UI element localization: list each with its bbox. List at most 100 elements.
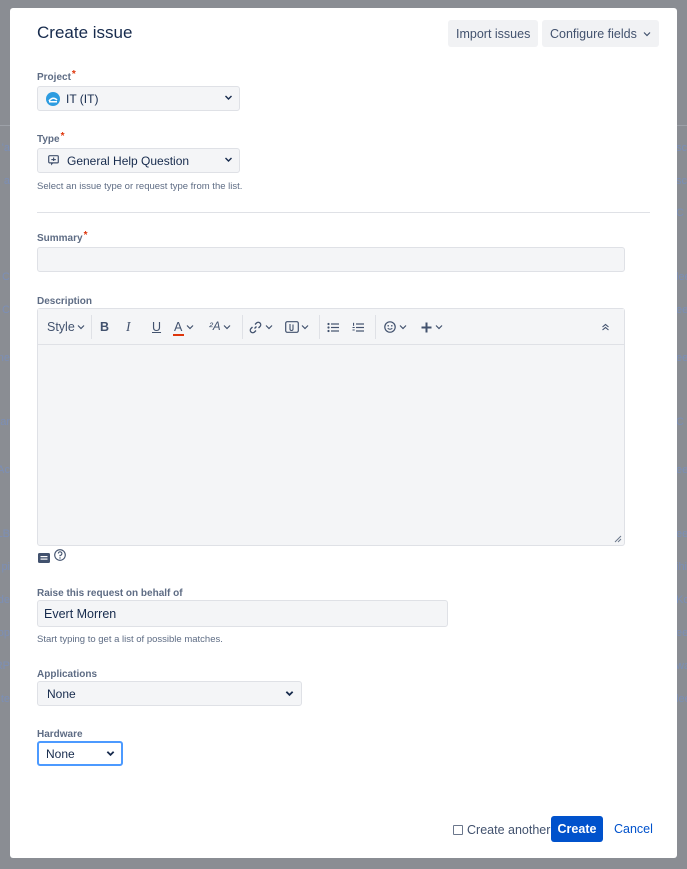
hardware-value: None [46, 746, 75, 761]
more-formatting-icon: ²A [209, 321, 221, 333]
bg-text: lee [676, 693, 687, 705]
bg-text: ee [676, 464, 687, 476]
chevron-down-icon [225, 157, 232, 162]
toolbar-separator [242, 315, 243, 339]
style-dropdown[interactable]: Style [47, 309, 85, 345]
bg-text: wa [676, 660, 687, 672]
create-another-option[interactable]: Create another [453, 823, 550, 837]
dialog-title: Create issue [37, 23, 133, 42]
help-circle-icon[interactable] [54, 549, 66, 561]
bg-text: ee [676, 304, 687, 316]
bg-text: pi [1, 561, 10, 573]
bg-text: ar [0, 416, 10, 428]
issue-type-select[interactable]: General Help Question [37, 148, 240, 173]
toolbar-separator [91, 315, 92, 339]
toolbar-separator [375, 315, 376, 339]
chevron-down-icon [399, 325, 407, 330]
bullet-list-button[interactable] [327, 309, 339, 345]
project-avatar-icon [46, 91, 60, 106]
style-dropdown-label: Style [47, 320, 75, 334]
bg-text: op [0, 627, 10, 639]
type-label: Type* [37, 131, 65, 145]
emoji-icon [384, 321, 396, 333]
numbered-list-icon [352, 322, 364, 332]
import-issues-button[interactable]: Import issues [448, 20, 539, 47]
attachment-icon [285, 321, 299, 333]
attachment-icon[interactable] [38, 553, 50, 563]
italic-button[interactable]: I [126, 309, 131, 345]
underline-button[interactable]: U [152, 309, 161, 345]
chevron-down-icon [435, 325, 443, 330]
required-mark: * [60, 131, 65, 142]
text-color-button[interactable]: A [173, 309, 194, 345]
bg-text: RP [0, 660, 10, 672]
bg-text: ee [676, 528, 687, 540]
bg-text: r C [0, 304, 10, 316]
applications-label: Applications [37, 669, 98, 680]
editor-toolbar: Style B I U A ²A [38, 309, 624, 345]
bg-text: de [0, 594, 10, 606]
chevron-down-icon [225, 95, 232, 100]
text-color-glyph: A [174, 320, 183, 334]
applications-select[interactable]: None [37, 681, 302, 706]
insert-more-button[interactable] [421, 309, 443, 345]
summary-input[interactable] [37, 247, 625, 272]
emoji-button[interactable] [384, 309, 407, 345]
description-label: Description [37, 296, 93, 307]
bg-text: r C [0, 271, 10, 283]
reporter-input[interactable]: Evert Morren [37, 600, 448, 627]
bg-text: Ac [0, 464, 10, 476]
link-icon [249, 321, 262, 333]
bg-text: C [676, 416, 684, 428]
create-button[interactable]: Create [551, 816, 603, 842]
section-divider [37, 212, 650, 213]
bg-text: lee [676, 271, 687, 283]
project-select[interactable]: IT (IT) [37, 86, 240, 111]
cancel-link[interactable]: Cancel [614, 822, 653, 836]
bg-text: C [676, 207, 684, 219]
hardware-label: Hardware [37, 729, 83, 740]
project-avatar-glyph [48, 97, 58, 102]
description-textarea[interactable] [38, 346, 624, 545]
required-mark: * [83, 230, 88, 241]
create-another-checkbox[interactable] [453, 825, 463, 835]
project-select-value: IT (IT) [66, 91, 99, 106]
bg-text: ee [676, 627, 687, 639]
type-hint: Select an issue type or request type fro… [37, 181, 243, 192]
chevron-down-icon [301, 325, 309, 330]
toolbar-separator [319, 315, 320, 339]
issue-type-value: General Help Question [67, 153, 190, 168]
configure-fields-label: Configure fields [550, 26, 637, 41]
create-another-label: Create another [467, 823, 551, 837]
configure-fields-button[interactable]: Configure fields [542, 20, 659, 47]
chevron-down-icon [285, 691, 294, 697]
bg-text: Ko [676, 594, 687, 606]
attachment-button[interactable] [285, 309, 309, 345]
more-formatting-button[interactable]: ²A [209, 309, 231, 345]
chevron-down-icon [223, 325, 230, 330]
bg-text: te [0, 693, 10, 705]
summary-label: Summary* [37, 230, 88, 244]
project-label-text: Project [37, 72, 71, 83]
numbered-list-button[interactable] [352, 309, 364, 345]
description-editor: Style B I U A ²A [37, 308, 625, 546]
collapse-toolbar-button[interactable] [601, 309, 610, 345]
chevron-down-icon [265, 325, 273, 330]
resize-handle-icon[interactable] [613, 534, 622, 543]
link-button[interactable] [249, 309, 273, 345]
bullet-list-icon [327, 322, 339, 332]
reporter-hint: Start typing to get a list of possible m… [37, 634, 223, 645]
help-question-icon [48, 155, 59, 166]
collapse-icon [602, 323, 609, 331]
hardware-select[interactable]: None [37, 741, 123, 766]
bg-text: ee [676, 352, 687, 364]
text-color-icon: A [173, 320, 184, 336]
bg-text: ne [0, 352, 10, 364]
bg-text: y 'a [0, 142, 10, 154]
bg-text: sc [676, 175, 687, 187]
text-color-bar [173, 334, 184, 336]
create-issue-dialog: Create issue Import issues Configure fie… [10, 8, 677, 858]
chevron-down-icon [186, 325, 194, 330]
plus-icon [421, 322, 432, 332]
bold-button[interactable]: B [100, 309, 109, 345]
